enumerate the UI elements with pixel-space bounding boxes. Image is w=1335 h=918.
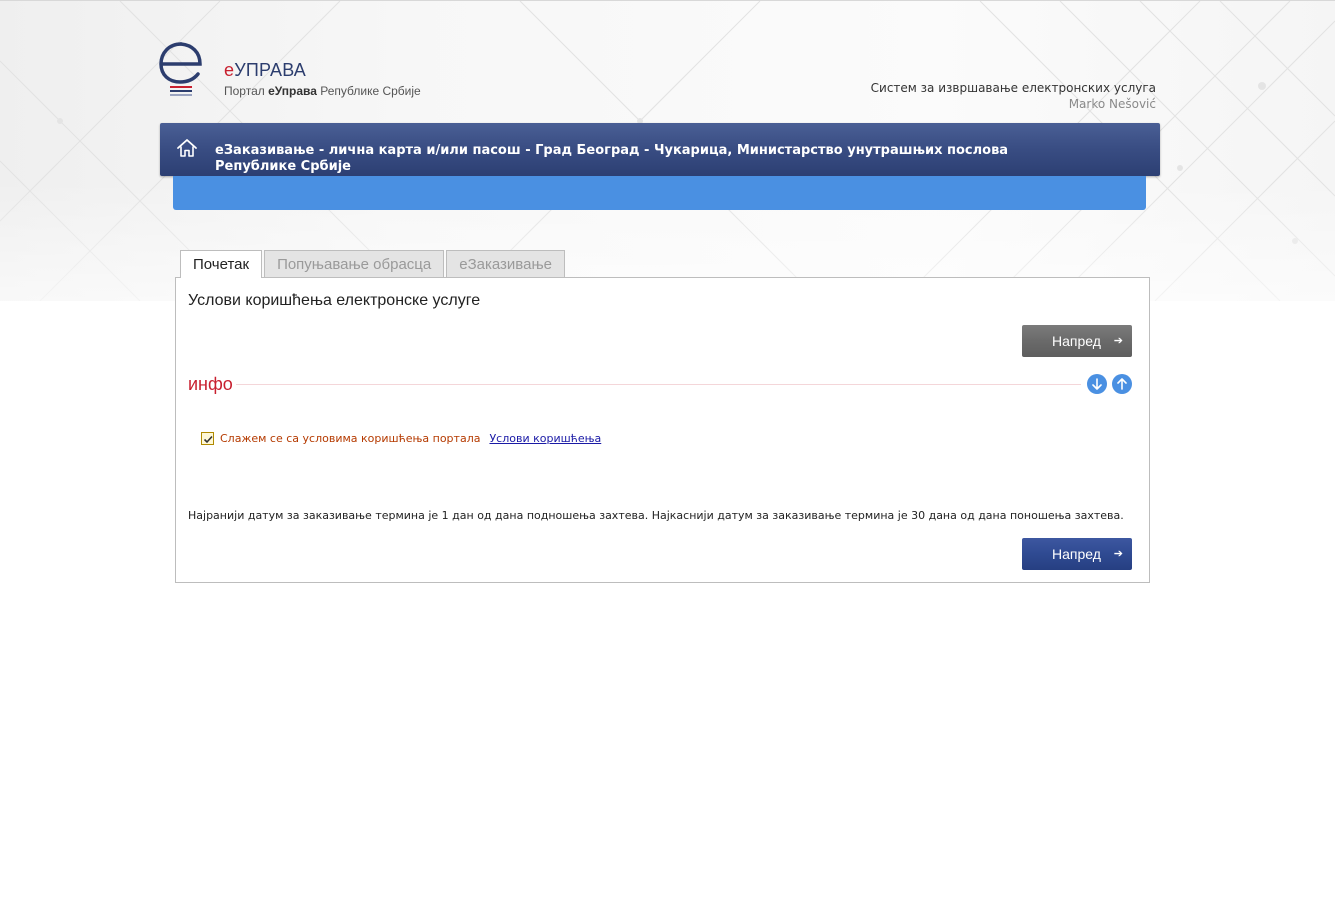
tab-scheduling[interactable]: еЗаказивање — [446, 250, 565, 277]
tab-start[interactable]: Почетак — [180, 250, 263, 278]
next-button-label: Напред — [1052, 333, 1101, 349]
brand-subtitle: Портал еУправа Републике Србије — [224, 84, 421, 98]
system-title: Систем за извршавање електронских услуга — [870, 81, 1156, 95]
terms-link[interactable]: Услови коришћења — [489, 432, 601, 445]
arrow-right-icon: ➔ — [1113, 335, 1123, 347]
service-title: еЗаказивање - лична карта и/или пасош - … — [215, 143, 1009, 174]
next-button-bottom[interactable]: Напред ➔ — [1022, 538, 1132, 570]
checkmark-icon — [203, 435, 213, 443]
collapse-up-button[interactable] — [1112, 374, 1132, 394]
tab-fill-form[interactable]: Попуњавање обрасца — [264, 250, 445, 277]
service-band — [173, 176, 1146, 210]
service-bar: еЗаказивање - лична карта и/или пасош - … — [160, 123, 1160, 176]
panel-title: Услови коришћења електронске услуге — [188, 292, 481, 309]
next-button-label: Напред — [1052, 546, 1101, 562]
agree-row: Слажем се са условима коришћења портала … — [201, 430, 601, 446]
agree-label: Слажем се са условима коришћења портала — [220, 431, 481, 445]
info-section-label: инфо — [188, 374, 233, 394]
wizard-tabs: Почетак Попуњавање обрасца еЗаказивање — [180, 250, 567, 278]
expand-down-button[interactable] — [1087, 374, 1107, 394]
eprava-logo-icon — [158, 40, 204, 100]
agree-checkbox[interactable] — [201, 431, 214, 445]
info-divider — [236, 384, 1081, 385]
scheduling-note: Најранији датум за заказивање термина је… — [188, 509, 1124, 522]
terms-panel: Услови коришћења електронске услуге Напр… — [175, 277, 1150, 583]
arrow-down-icon — [1092, 378, 1102, 390]
next-button-top[interactable]: Напред ➔ — [1022, 325, 1132, 357]
brand-title: еУПРАВА — [224, 60, 307, 80]
arrow-right-icon: ➔ — [1113, 548, 1123, 560]
arrow-up-icon — [1117, 378, 1127, 390]
user-name: Marko Nešović — [1068, 97, 1156, 111]
home-icon[interactable] — [176, 138, 198, 158]
